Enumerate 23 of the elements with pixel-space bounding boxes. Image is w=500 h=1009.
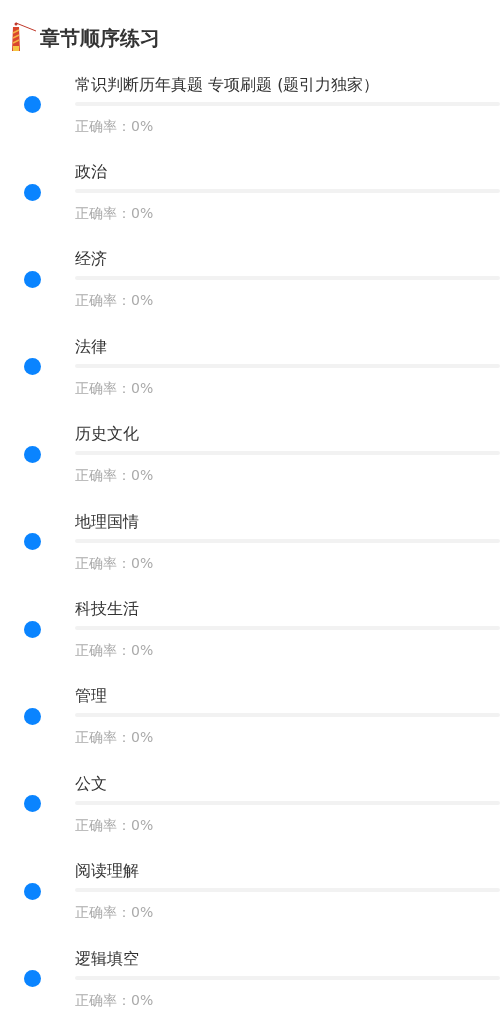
accuracy-text: 正确率：0%	[75, 641, 154, 661]
accuracy-text: 正确率：0%	[75, 291, 154, 311]
chapter-title[interactable]: 法律	[75, 335, 500, 358]
accuracy-text: 正确率：0%	[75, 903, 154, 923]
chapter-title[interactable]: 科技生活	[75, 598, 500, 621]
chapter-title[interactable]: 地理国情	[75, 510, 500, 533]
chapter-title[interactable]: 管理	[75, 685, 500, 708]
chapter-title[interactable]: 历史文化	[75, 423, 500, 446]
accuracy-text: 正确率：0%	[75, 116, 154, 136]
accuracy-text: 正确率：0%	[75, 204, 154, 224]
accuracy-text: 正确率：0%	[75, 815, 154, 835]
accuracy-text: 正确率：0%	[75, 553, 154, 573]
accuracy-text: 正确率：0%	[75, 728, 154, 748]
chapter-title[interactable]: 政治	[75, 161, 500, 184]
chapter-title[interactable]: 公文	[75, 772, 500, 795]
accuracy-text: 正确率：0%	[75, 378, 154, 398]
accuracy-text: 正确率：0%	[75, 466, 154, 486]
chapter-title[interactable]: 经济	[75, 248, 500, 271]
accuracy-text: 正确率：0%	[75, 990, 154, 1009]
page-title: 章节顺序练习	[40, 26, 160, 50]
chapter-title[interactable]: 常识判断历年真题 专项刷题 (题引力独家）	[75, 73, 500, 96]
chapter-title[interactable]: 阅读理解	[75, 860, 500, 883]
chapter-title[interactable]: 逻辑填空	[75, 947, 500, 970]
